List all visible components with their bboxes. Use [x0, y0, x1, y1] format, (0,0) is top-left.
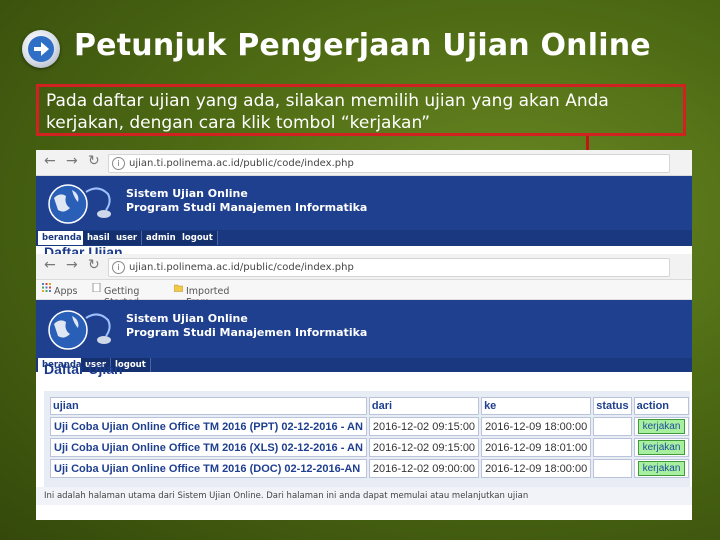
- exam-status: [593, 417, 632, 436]
- menu-logout[interactable]: logout: [178, 231, 218, 245]
- page-icon: [92, 283, 101, 292]
- forward-icon[interactable]: →: [66, 257, 78, 273]
- site-name-line1: Sistem Ujian Online: [126, 187, 248, 200]
- table-row: Uji Coba Ujian Online Office TM 2016 (XL…: [50, 438, 690, 457]
- table-header-row: ujian dari ke status action: [50, 397, 690, 415]
- browser-window-front: ← → ↻ i ujian.ti.polinema.ac.id/public/co…: [36, 254, 692, 520]
- exam-action-cell: kerjakan: [633, 438, 690, 457]
- exam-start: 2016-12-02 09:15:00: [368, 438, 480, 457]
- exam-name: Uji Coba Ujian Online Office TM 2016 (XL…: [50, 438, 367, 457]
- page-heading: Daftar Ujian: [44, 244, 123, 254]
- exam-name: Uji Coba Ujian Online Office TM 2016 (PP…: [50, 417, 367, 436]
- table-row: Uji Coba Ujian Online Office TM 2016 (PP…: [50, 417, 690, 436]
- exam-status: [593, 438, 632, 457]
- kerjakan-button[interactable]: kerjakan: [637, 419, 686, 434]
- page-heading: Daftar Ujian: [44, 361, 123, 377]
- bookmark-apps[interactable]: Apps: [42, 283, 78, 297]
- menu-hasil[interactable]: hasil: [83, 231, 115, 245]
- footer-note: Ini adalah halaman utama dari Sistem Uji…: [36, 487, 692, 505]
- exam-table-container: ujian dari ke status action Uji Coba Uji…: [44, 391, 690, 487]
- site-name-line2: Program Studi Manajemen Informatika: [126, 201, 368, 214]
- forward-icon[interactable]: →: [66, 153, 78, 169]
- url-text: ujian.ti.polinema.ac.id/public/code/inde…: [129, 262, 354, 273]
- globe-logo-icon: [48, 184, 111, 224]
- instruction-callout: Pada daftar ujian yang ada, silakan memi…: [36, 84, 686, 136]
- site-header: Sistem Ujian Online Program Studi Manaje…: [36, 300, 692, 358]
- site-menu: beranda user logout: [36, 358, 692, 372]
- address-bar[interactable]: i ujian.ti.polinema.ac.id/public/code/ind…: [108, 154, 670, 173]
- exam-start: 2016-12-02 09:15:00: [368, 417, 480, 436]
- site-name-line2: Program Studi Manajemen Informatika: [126, 326, 368, 339]
- exam-status: [593, 459, 632, 478]
- exam-end: 2016-12-09 18:00:00: [481, 459, 592, 478]
- exam-end: 2016-12-09 18:01:00: [481, 438, 592, 457]
- back-icon[interactable]: ←: [44, 153, 56, 169]
- site-title: Sistem Ujian Online Program Studi Manaje…: [126, 312, 367, 340]
- address-bar[interactable]: i ujian.ti.polinema.ac.id/public/code/ind…: [108, 258, 670, 277]
- bookmark-apps-label: Apps: [54, 286, 78, 297]
- kerjakan-button[interactable]: kerjakan: [637, 440, 686, 455]
- browser-toolbar: ← → ↻ i ujian.ti.polinema.ac.id/public/co…: [36, 254, 692, 280]
- header-dari: dari: [368, 397, 480, 415]
- menu-beranda[interactable]: beranda: [38, 231, 87, 245]
- browser-toolbar: ← → ↻ i ujian.ti.polinema.ac.id/public/co…: [36, 150, 692, 176]
- header-ujian: ujian: [50, 397, 367, 415]
- bookmarks-bar: Apps Getting Started Imported From Firef…: [36, 280, 692, 319]
- bookmark-imported[interactable]: Imported From Firefox: [174, 283, 229, 319]
- url-text: ujian.ti.polinema.ac.id/public/code/inde…: [129, 158, 354, 169]
- arrow-right-circle-icon: [22, 30, 60, 68]
- bookmark-getting-started[interactable]: Getting Started: [92, 283, 139, 308]
- slide-title: Petunjuk Pengerjaan Ujian Online: [74, 28, 651, 63]
- apps-grid-icon: [42, 283, 51, 292]
- site-header: Sistem Ujian Online Program Studi Manaje…: [36, 176, 692, 230]
- exam-start: 2016-12-02 09:00:00: [368, 459, 480, 478]
- exam-action-cell: kerjakan: [633, 459, 690, 478]
- folder-icon: [174, 284, 183, 292]
- exam-action-cell: kerjakan: [633, 417, 690, 436]
- table-row: Uji Coba Ujian Online Office TM 2016 (DO…: [50, 459, 690, 478]
- header-action: action: [633, 397, 690, 415]
- browser-window-back: ← → ↻ i ujian.ti.polinema.ac.id/public/co…: [36, 150, 692, 254]
- info-icon: i: [112, 260, 125, 274]
- reload-icon[interactable]: ↻: [88, 257, 100, 273]
- page-bottom-spacer: [36, 505, 692, 520]
- kerjakan-button[interactable]: kerjakan: [637, 461, 686, 476]
- reload-icon[interactable]: ↻: [88, 153, 100, 169]
- site-title: Sistem Ujian Online Program Studi Manaje…: [126, 187, 367, 215]
- exam-name: Uji Coba Ujian Online Office TM 2016 (DO…: [50, 459, 367, 478]
- globe-logo-icon: [48, 310, 111, 350]
- menu-admin[interactable]: admin: [142, 231, 181, 245]
- info-icon: i: [112, 156, 125, 170]
- header-ke: ke: [481, 397, 592, 415]
- header-status: status: [593, 397, 632, 415]
- site-name-line1: Sistem Ujian Online: [126, 312, 248, 325]
- back-icon[interactable]: ←: [44, 257, 56, 273]
- site-menu: beranda hasil user admin logout: [36, 230, 692, 246]
- exam-table: ujian dari ke status action Uji Coba Uji…: [48, 395, 691, 480]
- exam-end: 2016-12-09 18:00:00: [481, 417, 592, 436]
- menu-user[interactable]: user: [112, 231, 143, 245]
